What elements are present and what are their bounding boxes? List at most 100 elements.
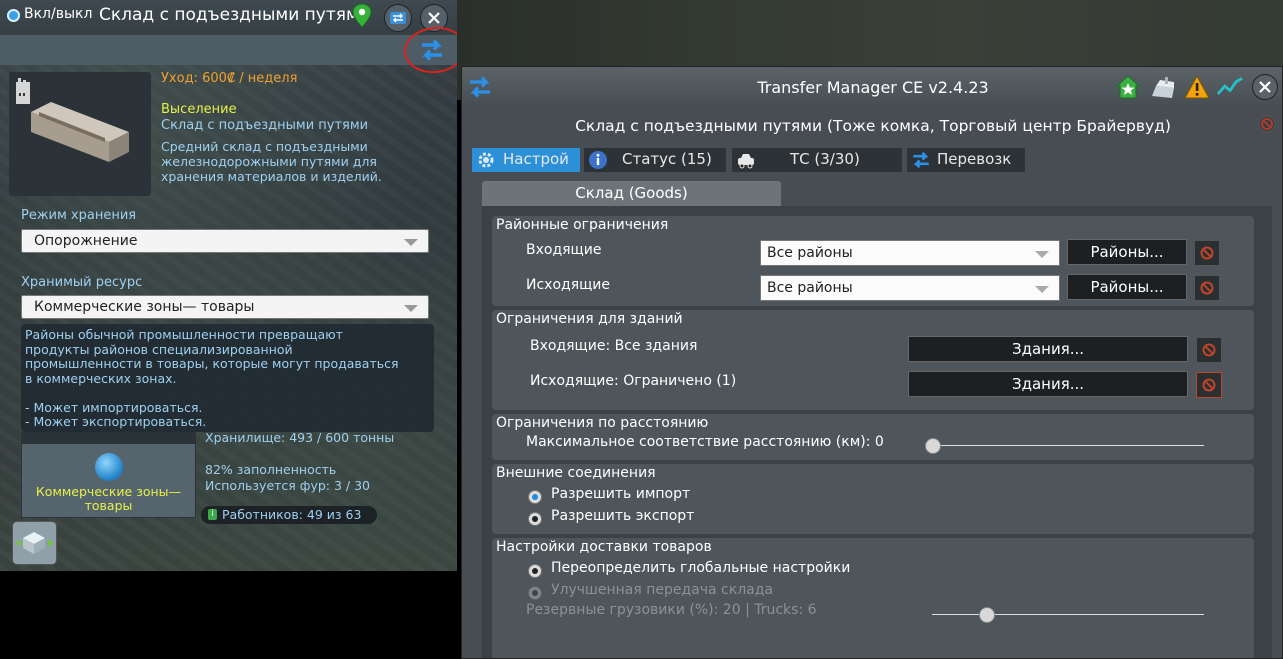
resource-description-line (25, 386, 425, 401)
reserve-trucks-label: Резервные грузовики (%): 20 | Trucks: 6 (526, 602, 817, 618)
trucks-stat: Используется фур: 3 / 30 (205, 478, 371, 493)
delivery-section: Настройки доставки товаров Переопределит… (492, 538, 1254, 658)
ban-icon (1202, 343, 1216, 357)
resource-description: Районы обычной промышленности превращают… (25, 327, 425, 430)
delivery-title: Настройки доставки товаров (496, 539, 712, 555)
location-pin-icon[interactable] (351, 3, 373, 29)
district-outgoing-clear[interactable] (1194, 275, 1220, 301)
resource-description-line: продукты районов специализированной (25, 341, 293, 357)
subtab-warehouse[interactable]: Склад (Goods) (482, 181, 781, 206)
building-incoming-clear[interactable] (1196, 337, 1222, 363)
statistics-icon[interactable] (1217, 74, 1243, 100)
storage-mode-dropdown[interactable]: Опорожнение (21, 229, 429, 253)
resource-value: Коммерческие зоны— товары (34, 299, 255, 315)
info-icon: i (208, 509, 217, 520)
resource-tile[interactable]: Коммерческие зоны— товары (21, 432, 196, 518)
district-incoming-button[interactable]: Районы... (1067, 239, 1187, 265)
tab-status-label: Статус (15) (622, 150, 712, 168)
import-label[interactable]: Разрешить импорт (551, 486, 690, 502)
reserve-slider-handle[interactable] (979, 607, 996, 623)
home-star-icon[interactable] (1115, 74, 1141, 100)
ban-icon (1200, 281, 1214, 295)
goods-icon (95, 453, 123, 481)
warehouse-image (16, 78, 129, 162)
evict-link[interactable]: Выселение (161, 102, 237, 117)
chevron-down-icon (1035, 286, 1049, 293)
storage-mode-label: Режим хранения (21, 208, 137, 223)
building-title: Ограничения для зданий (496, 311, 683, 327)
building-incoming-button[interactable]: Здания... (908, 336, 1188, 362)
workers-badge: i Работников: 49 из 63 (201, 506, 377, 524)
upkeep-text: Уход: 600₡ / неделя (161, 71, 298, 86)
tab-transfers[interactable]: Перевозк (907, 148, 1025, 172)
override-label[interactable]: Переопределить глобальные настройки (551, 560, 850, 576)
ban-icon (1202, 378, 1216, 392)
district-incoming-dropdown[interactable]: Все районы (760, 240, 1060, 266)
resource-description-line: промышленности в товары, которые могут п… (25, 356, 399, 371)
move-building-button[interactable] (12, 521, 57, 565)
district-outgoing-label: Исходящие (526, 277, 611, 293)
transfer-manager-window: Transfer Manager CE v2.4.23 Склад с подъ… (461, 66, 1283, 659)
district-title: Районные ограничения (496, 217, 669, 233)
outside-section: Внешние соединения Разрешить импорт Разр… (492, 464, 1254, 534)
export-radio[interactable] (528, 512, 542, 526)
warning-icon[interactable] (1184, 74, 1210, 100)
close-icon (1259, 81, 1271, 93)
building-title[interactable]: Склад с подъездными путями (99, 5, 370, 25)
tab-vehicles[interactable]: ТС (3/30) (732, 148, 902, 172)
district-section: Районные ограничения Входящие Все районы… (492, 216, 1254, 306)
building-description: Средний склад с подъездными железнодорож… (161, 139, 382, 184)
routes-icon (390, 12, 406, 24)
close-icon (428, 12, 440, 24)
tm-close-button[interactable] (1252, 74, 1278, 100)
factory-icon[interactable] (1150, 74, 1176, 100)
export-label[interactable]: Разрешить экспорт (551, 508, 694, 524)
info-panel-toolbar (0, 35, 457, 65)
clear-icon[interactable] (1258, 115, 1276, 133)
chevron-down-icon (404, 305, 418, 312)
distance-slider-track[interactable] (932, 445, 1204, 446)
car-icon (738, 154, 754, 169)
import-radio[interactable] (528, 490, 542, 504)
override-checkbox[interactable] (528, 564, 542, 578)
transfer-icon (913, 151, 929, 169)
building-header: Склад с подъездными путями (Тоже комка, … (575, 117, 1171, 135)
resource-tile-label: Коммерческие зоны— товары (35, 484, 182, 513)
storage-mode-value: Опорожнение (34, 233, 138, 249)
chevron-down-icon (404, 239, 418, 246)
reserve-slider-track[interactable] (932, 614, 1204, 615)
district-incoming-label: Входящие (526, 242, 602, 258)
resource-description-line: - Может экспортироваться. (25, 414, 207, 429)
on-off-toggle[interactable] (7, 9, 20, 22)
tm-titlebar[interactable]: Transfer Manager CE v2.4.23 (462, 67, 1282, 105)
gear-icon (478, 152, 494, 168)
building-outgoing-label: Исходящие: Ограничено (1) (530, 373, 737, 389)
building-outgoing-button[interactable]: Здания... (908, 371, 1188, 397)
district-incoming-clear[interactable] (1194, 240, 1220, 266)
resource-description-line: Районы обычной промышленности превращают (25, 327, 343, 342)
tab-status[interactable]: Статус (15) (584, 148, 726, 172)
outside-title: Внешние соединения (496, 465, 656, 481)
improved-transfer-checkbox (528, 586, 542, 600)
resource-description-line: - Может импортироваться. (25, 399, 203, 415)
building-outgoing-clear[interactable] (1196, 372, 1222, 398)
info-icon (589, 151, 607, 169)
tab-transfers-label: Перевозк (937, 150, 1012, 168)
building-section: Ограничения для зданий Входящие: Все зда… (492, 310, 1254, 410)
ban-icon (1200, 246, 1214, 260)
resource-tooltip: Районы обычной промышленности превращают… (21, 324, 434, 432)
resource-description-line: в коммерческих зонах. (25, 370, 177, 386)
building-incoming-label: Входящие: Все здания (530, 338, 698, 354)
chevron-down-icon (1035, 251, 1049, 258)
building-info-panel: Вкл/выкл Склад с подъездными путями Уход… (0, 0, 457, 571)
route-toggle-button[interactable] (384, 4, 412, 32)
district-outgoing-button[interactable]: Районы... (1067, 274, 1187, 300)
resource-dropdown[interactable]: Коммерческие зоны— товары (21, 295, 429, 319)
district-outgoing-dropdown[interactable]: Все районы (760, 275, 1060, 301)
workers-text: Работников: 49 из 63 (222, 507, 362, 522)
tab-settings[interactable]: Настрой (472, 148, 580, 172)
distance-section: Ограничения по расстоянию Максимальное с… (492, 414, 1254, 460)
move-icon (16, 532, 53, 554)
building-thumbnail (9, 72, 151, 196)
distance-slider-handle[interactable] (925, 438, 941, 454)
